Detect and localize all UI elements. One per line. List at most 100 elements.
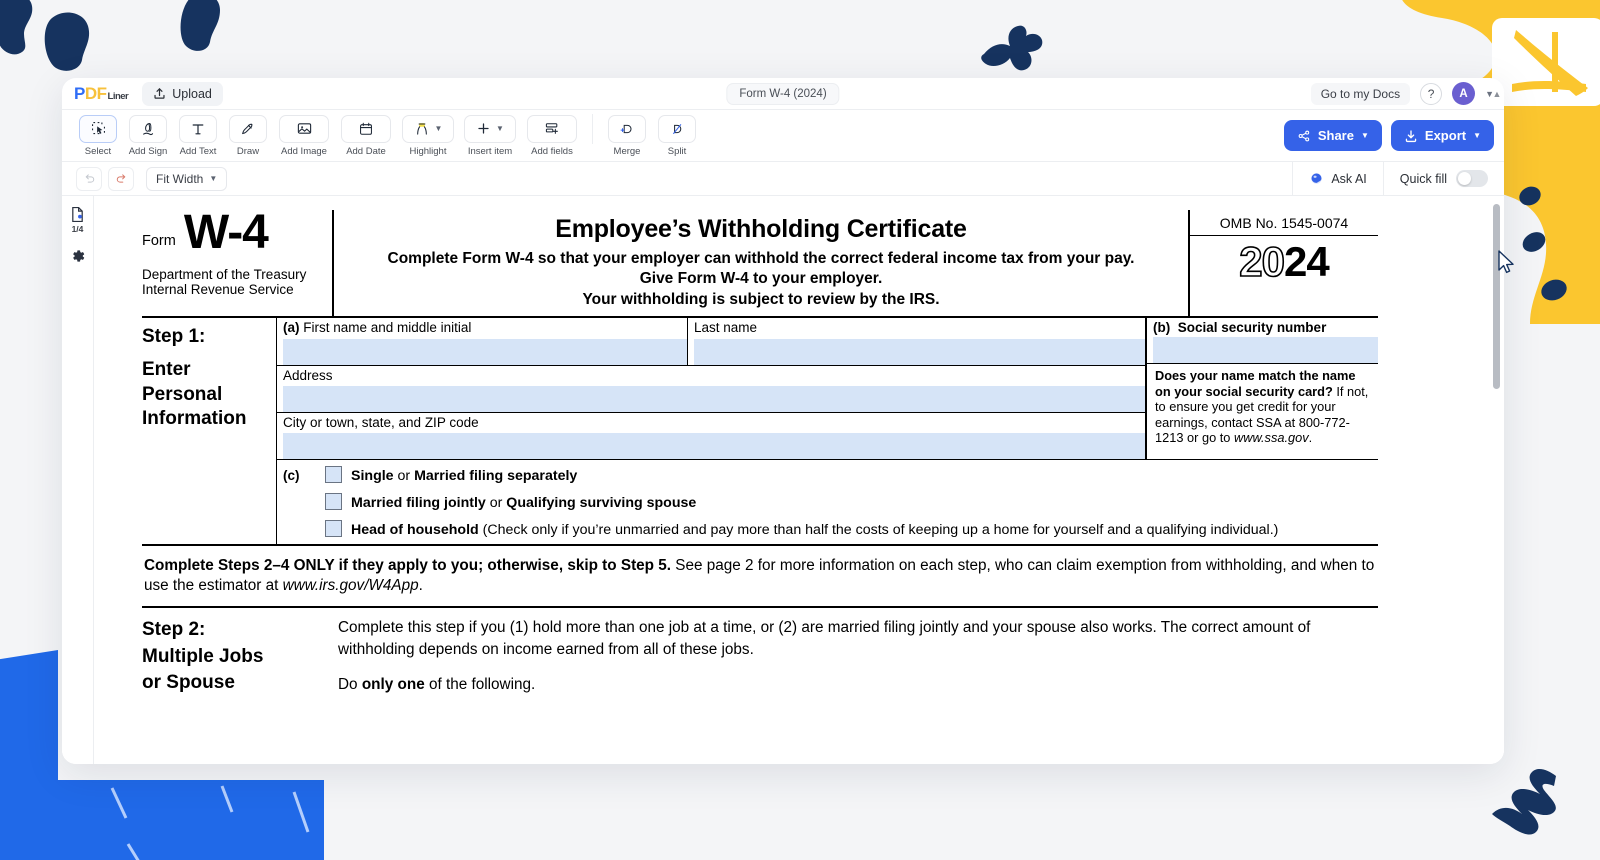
department-lines: Department of the Treasury Internal Reve… — [142, 267, 332, 298]
steps-notice-link: www.irs.gov/W4App — [283, 577, 419, 594]
checkbox-married-jointly[interactable] — [325, 493, 342, 510]
help-icon[interactable]: ? — [1420, 83, 1442, 105]
step-2-label-block: Step 2: Multiple Jobs or Spouse — [142, 617, 338, 697]
tool-insert-item-label: Insert item — [468, 146, 512, 157]
export-chevron-down-icon[interactable]: ▼ — [1473, 131, 1481, 140]
top-bar-right-group: Go to my Docs ? A ▼ — [1311, 82, 1494, 105]
select-icon-box — [79, 115, 117, 143]
pages-panel-button[interactable]: 1/4 — [70, 206, 85, 234]
tool-add-date[interactable]: Add Date — [338, 115, 394, 157]
step-2-paragraph-1: Complete this step if you (1) hold more … — [338, 617, 1378, 660]
page-vertical-scrollbar-thumb[interactable] — [1493, 204, 1500, 389]
decoration-yellow-cutout-shape — [1492, 18, 1600, 106]
editor-toolbar: Select Add Sign Add Te — [62, 110, 1504, 162]
upload-button[interactable]: Upload — [142, 82, 223, 106]
steps-notice-bold: Complete Steps 2–4 ONLY if they apply to… — [144, 557, 671, 574]
merge-icon-box — [608, 115, 646, 143]
field-a-tag: (a) — [283, 320, 300, 335]
filing-option-hoh-tail: (Check only if you’re unmarried and pay … — [479, 522, 1279, 538]
share-button[interactable]: Share ▼ — [1284, 120, 1382, 151]
avatar[interactable]: A — [1452, 82, 1475, 105]
city-input[interactable] — [283, 433, 1145, 459]
last-name-label: Last name — [694, 320, 1145, 336]
highlight-chevron-down-icon[interactable]: ▼ — [435, 124, 443, 133]
tool-draw[interactable]: Draw — [226, 115, 270, 157]
insert-item-chevron-down-icon[interactable]: ▼ — [496, 124, 504, 133]
step-2-section: Step 2: Multiple Jobs or Spouse Complete… — [142, 608, 1378, 697]
checkbox-head-of-household[interactable] — [325, 520, 342, 537]
form-subtitle-line-2: Give Form W-4 to your employer. — [342, 269, 1180, 289]
calendar-icon — [358, 121, 374, 137]
tool-select[interactable]: Select — [76, 115, 120, 157]
quick-fill-toggle[interactable] — [1456, 170, 1488, 187]
window-scroll-up-icon[interactable]: ▲ — [1490, 84, 1504, 104]
ssn-note-end: . — [1309, 430, 1313, 445]
add-image-icon-box — [279, 115, 329, 143]
insert-item-icon-box: ▼ — [464, 115, 516, 143]
undo-button[interactable] — [76, 167, 102, 191]
step-2-paragraph-2: Do only one of the following. — [338, 674, 1378, 696]
decoration-navy-squiggle-bottomright — [1478, 752, 1564, 838]
filing-option-single[interactable]: Single or Married filing separately — [325, 466, 1378, 483]
last-name-cell: Last name — [687, 318, 1145, 364]
form-number-row: Form W-4 — [142, 210, 332, 256]
merge-icon — [619, 121, 635, 137]
pdf-page-scroll-area[interactable]: Form W-4 Department of the Treasury Inte… — [94, 196, 1504, 764]
ssn-input[interactable] — [1153, 337, 1378, 363]
export-button[interactable]: Export ▼ — [1391, 120, 1494, 151]
share-label: Share — [1318, 128, 1354, 143]
steps-notice-end: . — [419, 577, 423, 594]
ssn-caption: (b) Social security number — [1153, 320, 1378, 335]
pdfliner-logo[interactable]: PDFLiner — [74, 84, 128, 104]
address-cell: Address — [277, 366, 1145, 412]
ssn-note-bold: Does your name match the name on your so… — [1155, 368, 1356, 398]
step-1-fields: (a) First name and middle initial Last n… — [276, 318, 1378, 543]
highlighter-icon — [414, 121, 430, 137]
tool-add-fields[interactable]: Add fields — [524, 115, 580, 157]
tool-merge-label: Merge — [614, 146, 641, 157]
first-name-input[interactable] — [283, 339, 687, 365]
tool-insert-item[interactable]: ▼ Insert item — [462, 115, 518, 157]
tool-highlight[interactable]: ▼ Highlight — [400, 115, 456, 157]
filing-option-hoh-bold1: Head of household — [351, 522, 479, 538]
filing-option-head-of-household[interactable]: Head of household (Check only if you’re … — [325, 520, 1378, 537]
tool-add-sign[interactable]: Add Sign — [126, 115, 170, 157]
document-title-chip[interactable]: Form W-4 (2024) — [726, 83, 839, 105]
draw-icon-box — [229, 115, 267, 143]
tool-merge[interactable]: Merge — [605, 115, 649, 157]
signature-icon — [140, 121, 156, 137]
ask-ai-button[interactable]: Ask AI — [1292, 162, 1382, 195]
tool-add-sign-label: Add Sign — [129, 146, 168, 157]
tool-add-text[interactable]: Add Text — [176, 115, 220, 157]
tool-add-fields-label: Add fields — [531, 146, 573, 157]
go-to-my-docs-button[interactable]: Go to my Docs — [1311, 83, 1410, 105]
quick-fill-toggle-group[interactable]: Quick fill — [1383, 162, 1494, 195]
mouse-cursor — [1497, 250, 1517, 276]
toolbar-right-group: Share ▼ Export ▼ — [1284, 120, 1494, 151]
tool-add-image[interactable]: Add Image — [276, 115, 332, 157]
filing-option-single-mid: or — [394, 468, 415, 484]
first-name-caption: (a) First name and middle initial — [283, 320, 687, 336]
checkbox-single[interactable] — [325, 466, 342, 483]
step-2-para2-bold: only one — [362, 676, 425, 693]
filing-option-married-jointly[interactable]: Married filing jointly or Qualifying sur… — [325, 493, 1378, 510]
field-c-tag: (c) — [283, 466, 325, 538]
share-chevron-down-icon[interactable]: ▼ — [1361, 131, 1369, 140]
zoom-level-selector[interactable]: Fit Width ▼ — [146, 167, 227, 191]
redo-button[interactable] — [108, 167, 134, 191]
tool-add-text-label: Add Text — [180, 146, 217, 157]
last-name-input[interactable] — [694, 339, 1145, 365]
form-subtitle-line-3: Your withholding is subject to review by… — [342, 290, 1180, 310]
address-row: Address — [277, 366, 1145, 413]
editor-workspace: 1/4 Form — [62, 196, 1504, 764]
tool-split[interactable]: Split — [655, 115, 699, 157]
settings-button[interactable] — [70, 248, 86, 264]
city-cell: City or town, state, and ZIP code — [277, 413, 1145, 459]
w4-form: Form W-4 Department of the Treasury Inte… — [142, 210, 1378, 697]
logo-suffix: Liner — [108, 91, 129, 102]
address-input[interactable] — [283, 386, 1145, 412]
ssn-label: Social security number — [1178, 320, 1327, 335]
filing-status-options: Single or Married filing separately Marr… — [325, 466, 1378, 538]
tool-add-image-label: Add Image — [281, 146, 327, 157]
form-subtitle-line-1: Complete Form W-4 so that your employer … — [342, 249, 1180, 269]
